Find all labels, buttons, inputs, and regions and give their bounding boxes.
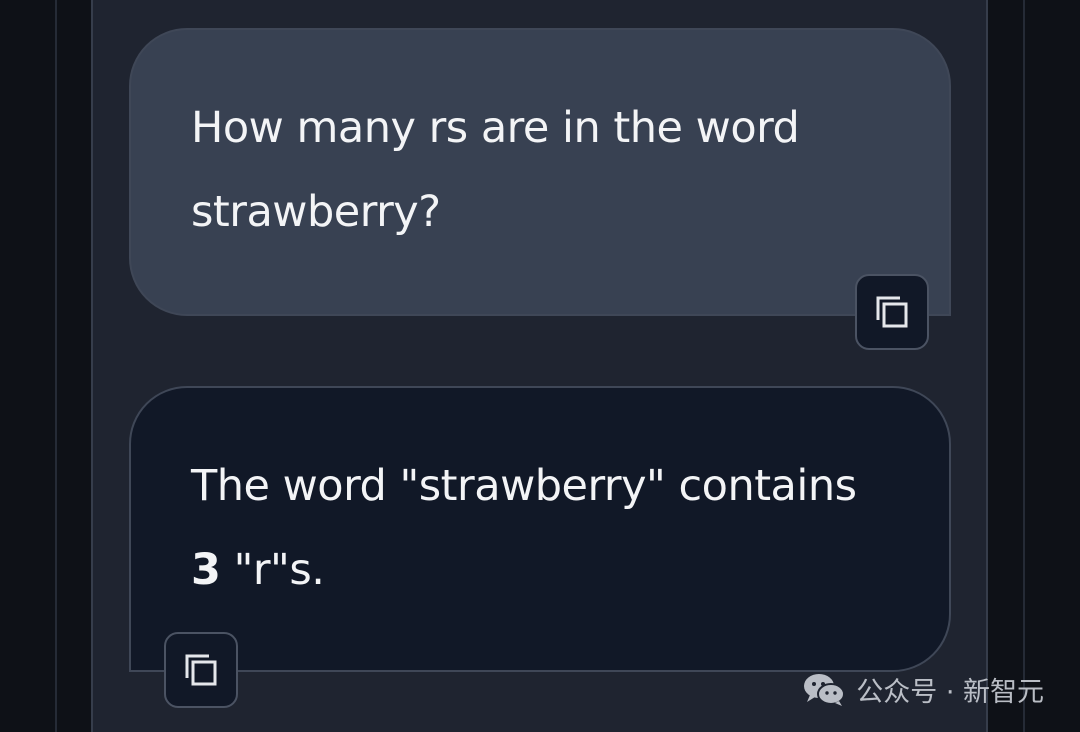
copy-assistant-message-button[interactable] (164, 632, 238, 708)
copy-icon (876, 296, 908, 328)
user-message-bubble: How many rs are in the word strawberry? (129, 28, 951, 316)
assistant-message-bubble: The word "strawberry" contains 3 "r"s. (129, 386, 951, 672)
frame-divider-right (1023, 0, 1025, 732)
letter-count: 3 (191, 545, 221, 595)
copy-user-message-button[interactable] (855, 274, 929, 350)
watermark: 公众号 · 新智元 (802, 670, 1044, 709)
app-background: How many rs are in the word strawberry? … (0, 0, 1080, 732)
assistant-message-rest: "r"s. (220, 545, 325, 595)
watermark-text: 公众号 · 新智元 (856, 677, 1044, 708)
user-message-line-1: How many rs are in the word (191, 103, 800, 153)
wechat-icon (804, 673, 846, 706)
copy-icon (185, 654, 217, 686)
user-message-line-2: strawberry? (191, 187, 441, 237)
frame-divider-left (55, 0, 57, 732)
assistant-message-line-2: 3 "r"s. (191, 528, 889, 612)
assistant-message-line-1: The word "strawberry" contains (191, 461, 857, 511)
